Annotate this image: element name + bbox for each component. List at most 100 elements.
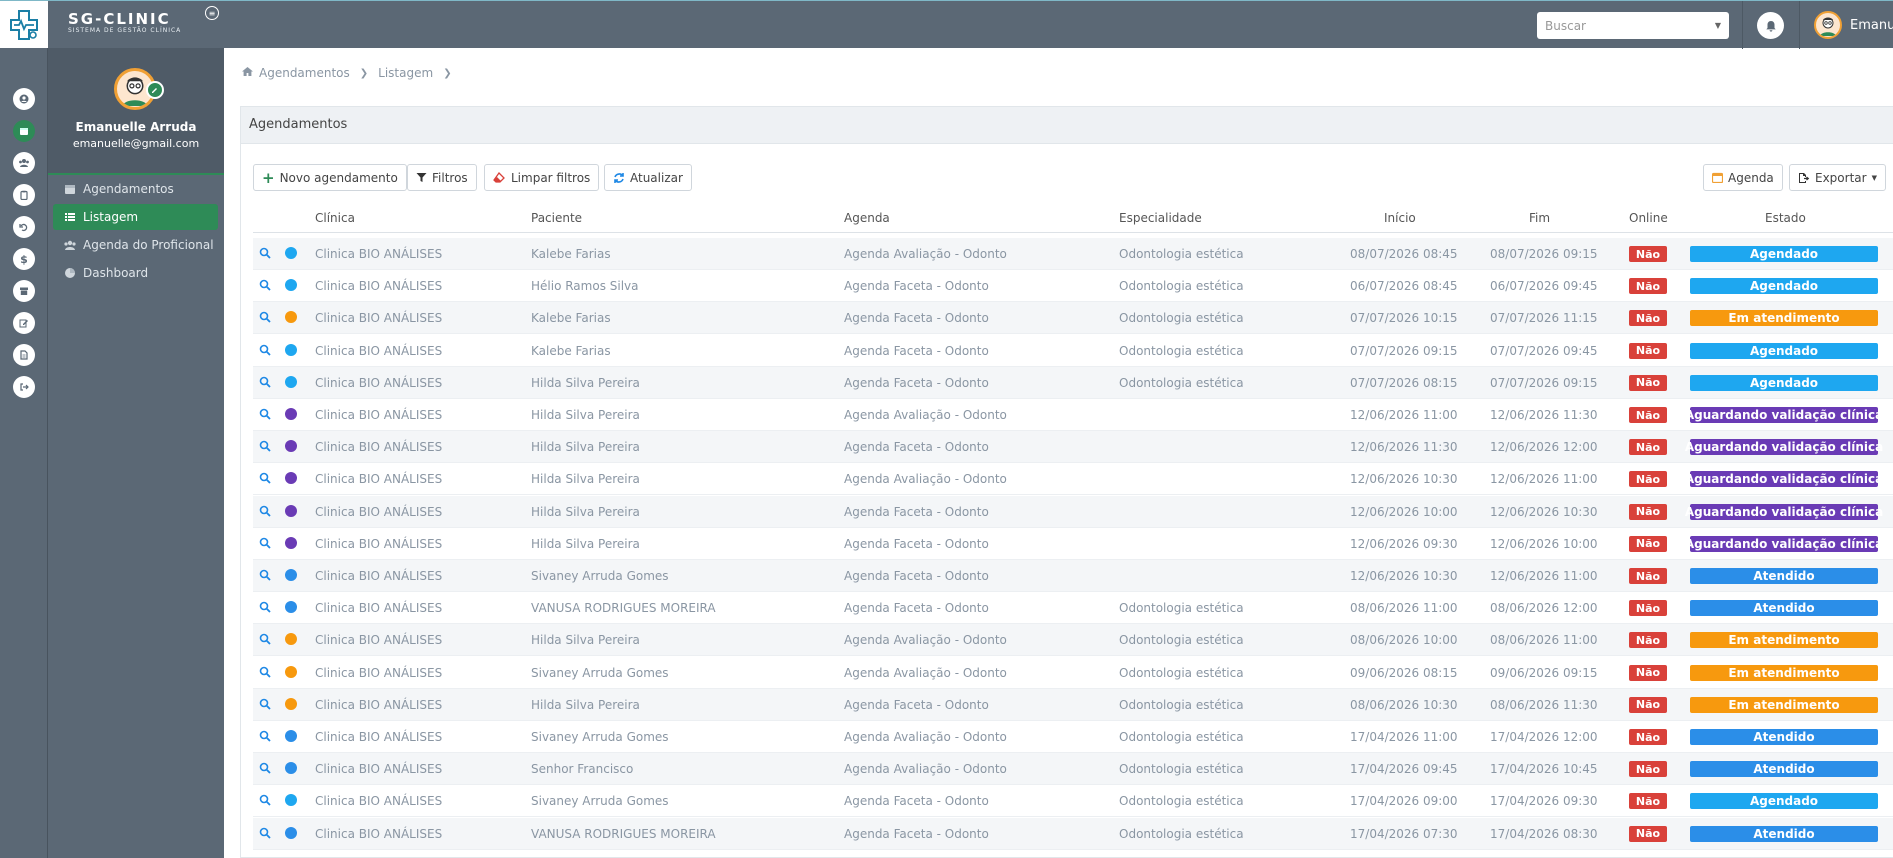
status-dot [285, 536, 297, 549]
archive-icon[interactable] [13, 280, 35, 302]
search-icon[interactable] [259, 344, 271, 359]
search-icon[interactable] [259, 505, 271, 520]
col-especialidade[interactable]: Especialidade [1119, 211, 1202, 225]
user-menu[interactable]: Emanue [1814, 11, 1893, 39]
cell-fim: 12/06/2026 10:30 [1490, 504, 1598, 519]
col-online[interactable]: Online [1629, 211, 1668, 225]
search-icon[interactable] [259, 247, 271, 262]
sidebar-item-listagem[interactable]: Listagem [53, 204, 218, 230]
search-icon[interactable] [259, 472, 271, 487]
search-icon[interactable] [259, 666, 271, 681]
brand-tagline: SISTEMA DE GESTÃO CLÍNICA [68, 27, 182, 34]
table-row[interactable]: Clinica BIO ANÁLISES Hilda Silva Pereira A… [253, 399, 1893, 431]
status-badge: Atendido [1690, 600, 1878, 617]
file-icon[interactable] [13, 344, 35, 366]
divider [1742, 1, 1743, 49]
cell-inicio: 09/06/2026 08:15 [1350, 665, 1458, 680]
search-icon[interactable] [259, 698, 271, 713]
cell-inicio: 07/07/2026 08:15 [1350, 375, 1458, 390]
search-icon[interactable] [259, 633, 271, 648]
new-appointment-button[interactable]: + Novo agendamento [253, 164, 407, 191]
cell-paciente: Hilda Silva Pereira [531, 697, 640, 712]
table-row[interactable]: Clinica BIO ANÁLISES Kalebe Farias Agenda … [253, 335, 1893, 367]
search-icon[interactable] [259, 827, 271, 842]
filters-button[interactable]: Filtros [407, 164, 477, 191]
sidebar-item-dashboard[interactable]: Dashboard [53, 260, 218, 286]
table-row[interactable]: Clinica BIO ANÁLISES Hilda Silva Pereira A… [253, 463, 1893, 496]
search-icon[interactable] [259, 569, 271, 584]
table-row[interactable]: Clinica BIO ANÁLISES Sivaney Arruda Gomes… [253, 785, 1893, 818]
menu-toggle-icon[interactable]: ≡ [205, 6, 219, 20]
table-row[interactable]: Clinica BIO ANÁLISES Kalebe Farias Agenda … [253, 238, 1893, 270]
online-badge: Não [1629, 310, 1667, 327]
edit-profile-icon[interactable] [146, 81, 164, 99]
col-inicio[interactable]: Início [1384, 211, 1416, 225]
col-estado[interactable]: Estado [1765, 211, 1806, 225]
plus-icon: + [262, 168, 275, 187]
table-row[interactable]: Clinica BIO ANÁLISES Sivaney Arruda Gomes… [253, 657, 1893, 689]
table-row[interactable]: Clinica BIO ANÁLISES Hilda Silva Pereira A… [253, 431, 1893, 464]
status-badge: Em atendimento [1690, 632, 1878, 649]
button-label: Agenda [1728, 170, 1774, 185]
home-icon[interactable] [241, 66, 254, 80]
export-button[interactable]: Exportar ▼ [1789, 164, 1886, 191]
table-row[interactable]: Clinica BIO ANÁLISES VANUSA RODRIGUES MOR… [253, 817, 1893, 850]
table-row[interactable]: Clinica BIO ANÁLISES Sivaney Arruda Gomes… [253, 721, 1893, 753]
table-row[interactable]: Clinica BIO ANÁLISES Hélio Ramos Silva Age… [253, 270, 1893, 303]
search-select[interactable]: Buscar ▼ [1537, 12, 1729, 39]
agenda-button[interactable]: Agenda [1703, 164, 1783, 191]
edit-icon[interactable] [13, 312, 35, 334]
sidebar-item-agendamentos[interactable]: Agendamentos [53, 176, 218, 202]
sign-out-icon[interactable] [13, 376, 35, 398]
table-row[interactable]: Clinica BIO ANÁLISES Hilda Silva Pereira A… [253, 624, 1893, 657]
table-row[interactable]: Clinica BIO ANÁLISES VANUSA RODRIGUES MOR… [253, 592, 1893, 625]
online-badge: Não [1629, 278, 1667, 295]
table-row[interactable]: Clinica BIO ANÁLISES Sivaney Arruda Gomes… [253, 560, 1893, 592]
cell-inicio: 17/04/2026 09:00 [1350, 794, 1458, 809]
user-circle-icon[interactable] [13, 88, 35, 110]
table-row[interactable]: Clinica BIO ANÁLISES Hilda Silva Pereira A… [253, 366, 1893, 399]
search-icon[interactable] [259, 794, 271, 809]
col-agenda[interactable]: Agenda [844, 211, 890, 225]
refresh-button[interactable]: Atualizar [604, 164, 692, 191]
calendar-icon[interactable] [13, 120, 35, 142]
table-row[interactable]: Clinica BIO ANÁLISES Kalebe Farias Agenda … [253, 302, 1893, 335]
clear-filters-button[interactable]: Limpar filtros [484, 164, 600, 191]
notification-bell-icon[interactable] [1757, 12, 1784, 39]
search-icon[interactable] [259, 440, 271, 455]
search-icon[interactable] [259, 730, 271, 745]
breadcrumb-home[interactable]: Agendamentos [259, 66, 350, 80]
table-row[interactable]: Clinica BIO ANÁLISES Senhor Francisco Agen… [253, 753, 1893, 786]
search-icon[interactable] [259, 311, 271, 326]
table-row[interactable]: Clinica BIO ANÁLISES Hilda Silva Pereira A… [253, 495, 1893, 528]
cell-clinica: Clinica BIO ANÁLISES [315, 343, 443, 358]
search-icon[interactable] [259, 376, 271, 391]
cell-fim: 08/06/2026 12:00 [1490, 601, 1598, 616]
col-paciente[interactable]: Paciente [531, 211, 582, 225]
refund-icon[interactable] [13, 216, 35, 238]
status-dot [285, 601, 297, 614]
search-icon[interactable] [259, 537, 271, 552]
col-clinica[interactable]: Clínica [315, 211, 355, 225]
search-icon[interactable] [259, 408, 271, 423]
medical-cross-icon [10, 10, 38, 40]
search-icon[interactable] [259, 601, 271, 616]
col-fim[interactable]: Fim [1529, 211, 1550, 225]
clipboard-icon[interactable] [13, 184, 35, 206]
users-icon[interactable] [13, 152, 35, 174]
cell-inicio: 06/07/2026 08:45 [1350, 279, 1458, 294]
dollar-icon[interactable]: $ [13, 248, 35, 270]
breadcrumb-current[interactable]: Listagem [378, 66, 433, 80]
table-row[interactable]: Clinica BIO ANÁLISES Hilda Silva Pereira A… [253, 688, 1893, 721]
search-icon[interactable] [259, 279, 271, 294]
refresh-icon [613, 172, 625, 184]
table-row[interactable]: Clinica BIO ANÁLISES Hilda Silva Pereira A… [253, 528, 1893, 560]
status-badge: Aguardando validação clínica [1684, 439, 1884, 456]
cell-clinica: Clinica BIO ANÁLISES [315, 601, 443, 616]
status-dot [285, 375, 297, 388]
logo[interactable] [0, 1, 48, 49]
search-icon[interactable] [259, 762, 271, 777]
chevron-down-icon: ▼ [1714, 21, 1721, 30]
sidebar-item-agenda-profissional[interactable]: Agenda do Proficional [53, 232, 218, 258]
icon-rail: $ [0, 48, 48, 858]
